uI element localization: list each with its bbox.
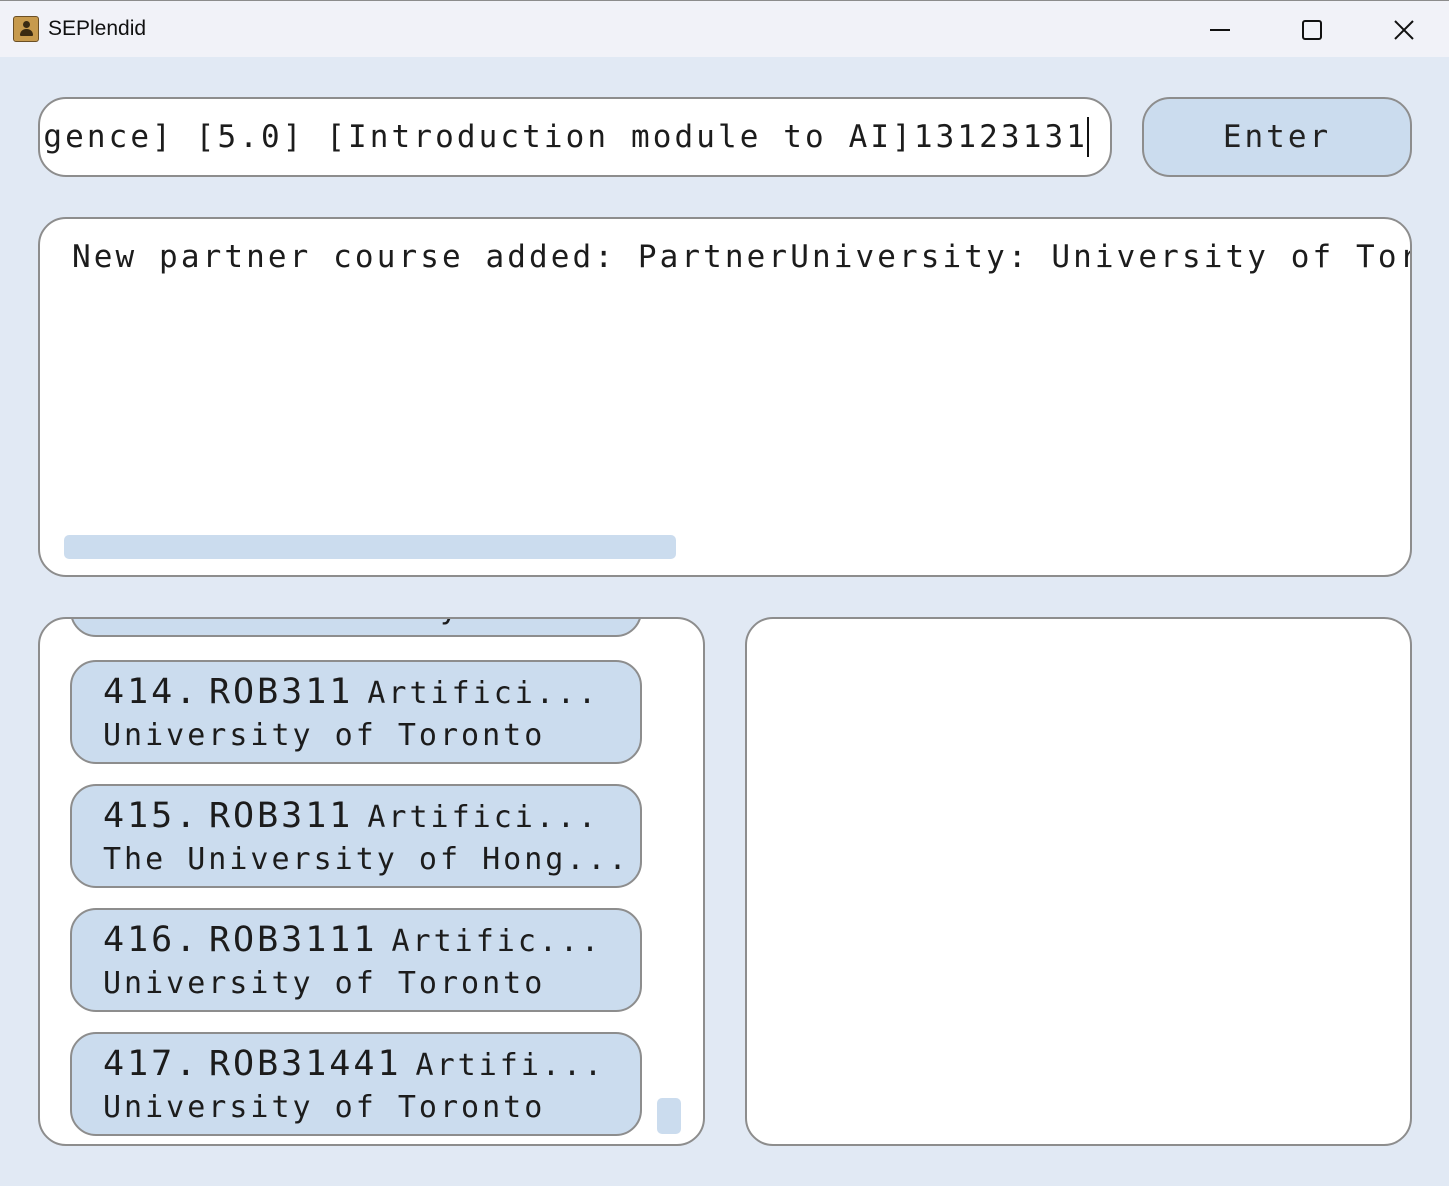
enter-button[interactable]: Enter bbox=[1142, 97, 1412, 177]
list-item[interactable]: 415. ROB311 Artifici... The University of… bbox=[70, 784, 642, 888]
card-name: Artifici... bbox=[367, 676, 600, 711]
minimize-button[interactable] bbox=[1174, 1, 1266, 58]
horizontal-scrollbar[interactable] bbox=[64, 535, 676, 559]
course-list-panel[interactable]: Yonsei University 414. ROB311 Artifici...… bbox=[38, 617, 705, 1146]
vertical-scrollbar[interactable] bbox=[657, 1098, 681, 1134]
maximize-button[interactable] bbox=[1266, 1, 1358, 58]
contact-card-icon bbox=[13, 16, 39, 42]
card-code: ROB311 bbox=[208, 672, 354, 712]
card-index: 417. bbox=[103, 1044, 200, 1084]
text-caret bbox=[1087, 117, 1089, 157]
result-text: New partner course added: PartnerUnivers… bbox=[72, 239, 1412, 275]
close-button[interactable] bbox=[1358, 1, 1449, 58]
list-item[interactable]: 417. ROB31441 Artifi... University of Tor… bbox=[70, 1032, 642, 1136]
card-code: ROB3111 bbox=[208, 920, 378, 960]
result-display[interactable]: New partner course added: PartnerUnivers… bbox=[38, 217, 1412, 577]
command-input-text: elligence] [5.0] [Introduction module to… bbox=[38, 119, 1088, 155]
card-university: University of Toronto bbox=[103, 718, 546, 753]
detail-panel bbox=[745, 617, 1412, 1146]
card-name: Artifici... bbox=[367, 800, 600, 835]
card-name: Artifi... bbox=[415, 1048, 606, 1083]
window-title: SEPlendid bbox=[48, 17, 147, 40]
list-item[interactable]: Yonsei University bbox=[70, 619, 642, 637]
minimize-icon bbox=[1210, 28, 1230, 31]
card-code: ROB311 bbox=[208, 796, 354, 836]
card-index: 414. bbox=[103, 672, 200, 712]
card-code: ROB31441 bbox=[208, 1044, 402, 1084]
card-name: Artific... bbox=[391, 924, 603, 959]
list-item[interactable]: 414. ROB311 Artifici... University of Tor… bbox=[70, 660, 642, 764]
card-university: University of Toronto bbox=[103, 1090, 546, 1125]
command-input[interactable]: elligence] [5.0] [Introduction module to… bbox=[38, 97, 1112, 177]
close-icon bbox=[1394, 19, 1414, 40]
card-university: The University of Hong... bbox=[103, 842, 630, 877]
card-index: 416. bbox=[103, 920, 200, 960]
card-university: Yonsei University bbox=[103, 619, 461, 626]
title-bar: SEPlendid bbox=[0, 0, 1449, 57]
card-index: 415. bbox=[103, 796, 200, 836]
list-item[interactable]: 416. ROB3111 Artific... University of Tor… bbox=[70, 908, 642, 1012]
card-university: University of Toronto bbox=[103, 966, 546, 1001]
maximize-icon bbox=[1302, 19, 1322, 40]
